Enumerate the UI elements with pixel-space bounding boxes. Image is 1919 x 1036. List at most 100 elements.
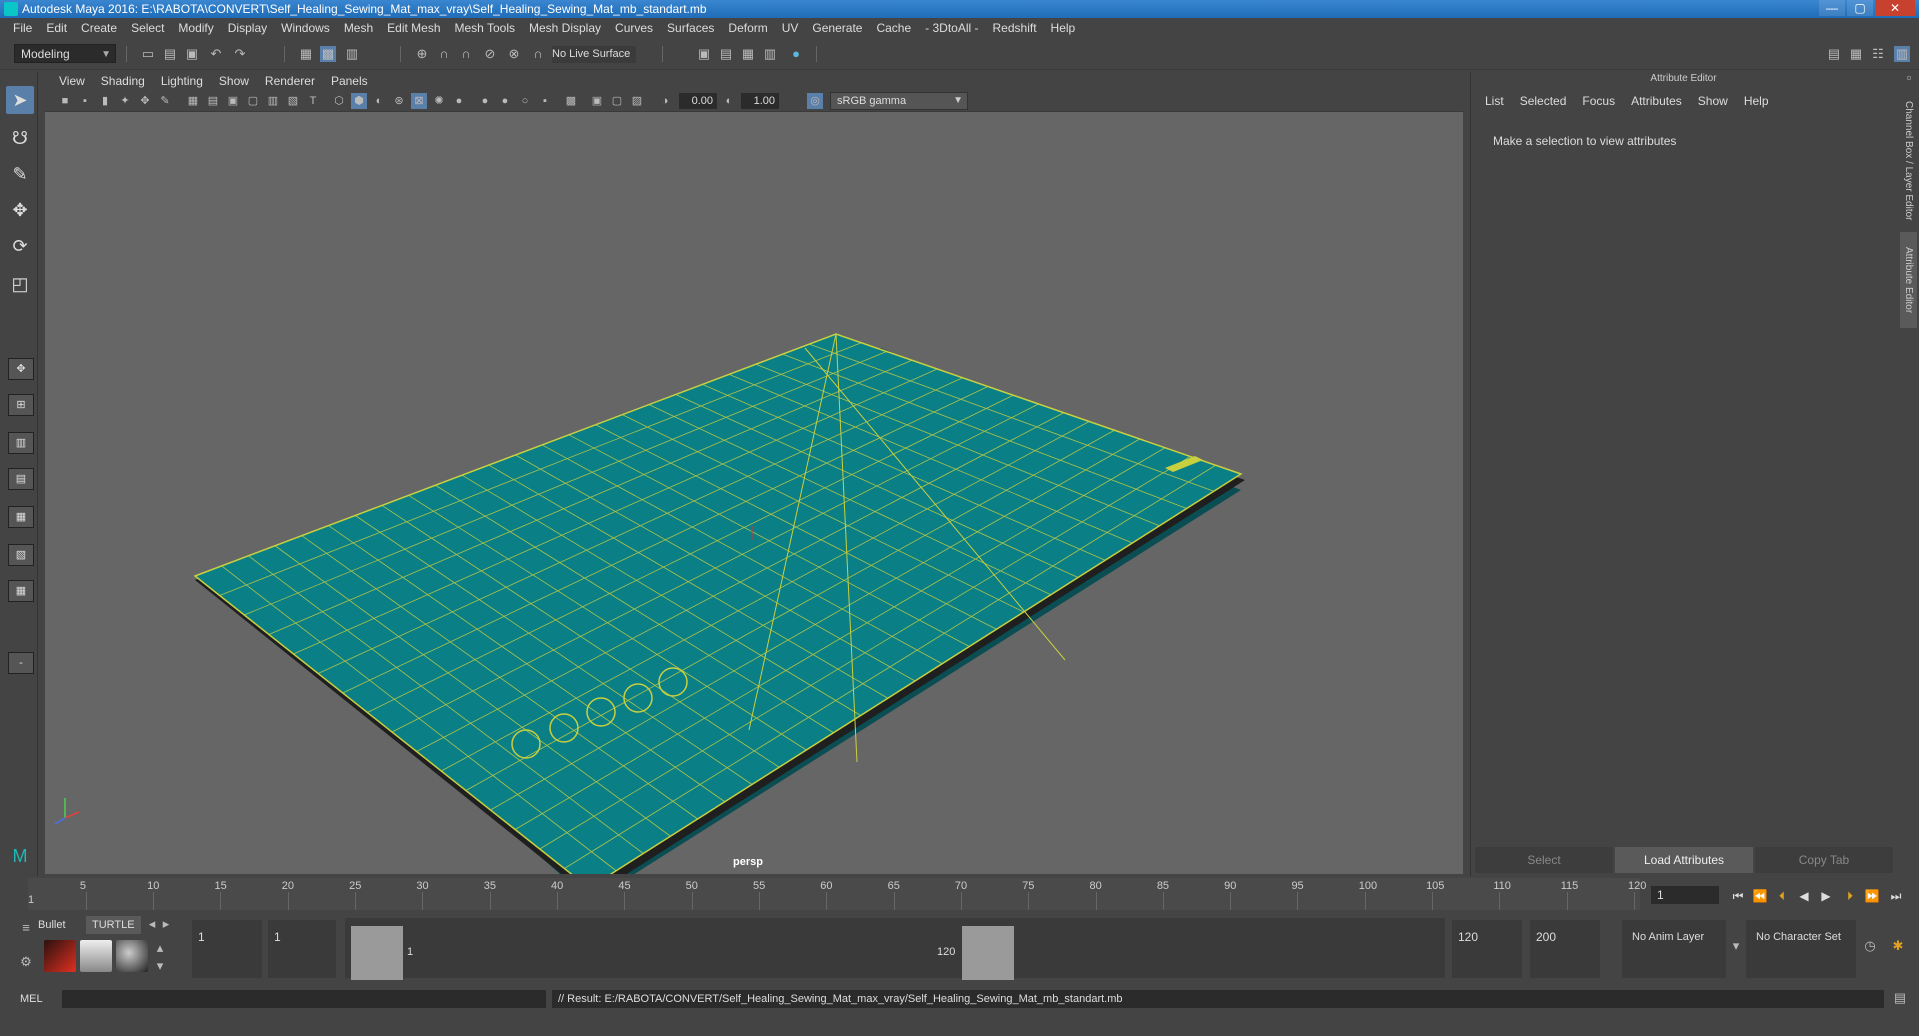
script-language-toggle[interactable]: MEL (20, 990, 43, 1008)
shelf-scroll-right-icon[interactable]: ▸ (158, 916, 174, 932)
select-tool-icon[interactable]: ➤ (6, 86, 34, 114)
minimize-button[interactable]: — (1819, 0, 1845, 16)
ae-menu-list[interactable]: List (1477, 92, 1512, 110)
move-tool-icon[interactable]: ✥ (6, 196, 34, 224)
camera-attributes-icon[interactable]: ▪ (77, 93, 93, 109)
exposure-field[interactable]: 0.00 (679, 93, 717, 109)
viewport-menu-show[interactable]: Show (211, 72, 257, 90)
viewport-menu-panels[interactable]: Panels (323, 72, 376, 90)
playback-start-field[interactable]: 1 (268, 920, 336, 978)
safe-action-icon[interactable]: ▧ (285, 93, 301, 109)
smooth-shade-icon[interactable]: ⬢ (351, 93, 367, 109)
range-slider[interactable]: 1 120 (345, 918, 1445, 980)
2d-pan-zoom-icon[interactable]: ✥ (137, 93, 153, 109)
shelf-down-icon[interactable]: ▾ (152, 958, 168, 974)
menu-deform[interactable]: Deform (721, 18, 774, 38)
select-camera-icon[interactable]: ■ (57, 93, 73, 109)
shelf-tab-bullet[interactable]: Bullet (32, 916, 72, 934)
script-editor-icon[interactable]: ▤ (1892, 990, 1908, 1006)
layout-extra-icon[interactable]: ▦ (8, 580, 34, 602)
step-back-key-icon[interactable]: ⏴ (1772, 886, 1792, 906)
channel-box-toggle-icon[interactable]: ▥ (1894, 46, 1910, 62)
lasso-tool-icon[interactable]: ☋ (6, 124, 34, 152)
snap-view-icon[interactable]: ⊘ (482, 46, 498, 62)
field-chart-icon[interactable]: ▥ (265, 93, 281, 109)
animation-end-field[interactable]: 200 (1530, 920, 1600, 978)
select-object-icon[interactable]: ▩ (320, 46, 336, 62)
ae-menu-help[interactable]: Help (1736, 92, 1777, 110)
play-backwards-icon[interactable]: ◀ (1794, 886, 1814, 906)
go-to-end-icon[interactable]: ⏭ (1886, 886, 1906, 906)
select-button[interactable]: Select (1475, 847, 1613, 873)
menu-create[interactable]: Create (74, 18, 124, 38)
paint-select-tool-icon[interactable]: ✎ (6, 160, 34, 188)
playback-end-field[interactable]: 120 (1452, 920, 1522, 978)
current-frame-field[interactable]: 1 (1651, 886, 1719, 904)
menu-redshift[interactable]: Redshift (986, 18, 1044, 38)
copy-tab-button[interactable]: Copy Tab (1755, 847, 1893, 873)
range-start-handle[interactable] (351, 926, 403, 980)
scale-tool-icon[interactable]: ◰ (6, 270, 34, 298)
go-to-start-icon[interactable]: ⏮ (1728, 886, 1748, 906)
ipr-render-icon[interactable]: ▦ (740, 46, 756, 62)
attribute-editor-toggle-icon[interactable]: ▦ (1848, 46, 1864, 62)
viewport-menu-lighting[interactable]: Lighting (153, 72, 211, 90)
view-transform-dropdown[interactable]: sRGB gamma ▼ (830, 92, 968, 110)
menu-file[interactable]: File (6, 18, 39, 38)
viewport-canvas[interactable]: persp (45, 112, 1463, 874)
use-all-lights-icon[interactable]: ✺ (431, 93, 447, 109)
shelf-tab-turtle[interactable]: TURTLE (86, 916, 141, 934)
viewport-menu-view[interactable]: View (51, 72, 93, 90)
snap-surface-icon[interactable]: ⊗ (506, 46, 522, 62)
menu-surfaces[interactable]: Surfaces (660, 18, 721, 38)
attribute-editor-tab[interactable]: Attribute Editor (1900, 232, 1917, 328)
auto-key-icon[interactable]: ◷ (1862, 938, 1878, 954)
image-plane-icon[interactable]: ✦ (117, 93, 133, 109)
screen-space-ao-icon[interactable]: ● (477, 93, 493, 109)
anim-layer-dropdown[interactable]: No Anim Layer (1622, 920, 1726, 978)
exposure-icon[interactable]: ◑ (657, 93, 673, 109)
four-view-layout-icon[interactable]: ⊞ (8, 394, 34, 416)
select-component-icon[interactable]: ▥ (344, 46, 360, 62)
play-forwards-icon[interactable]: ▶ (1816, 886, 1836, 906)
gamma-icon[interactable]: ◐ (721, 93, 737, 109)
render-view-icon[interactable]: ▣ (696, 46, 712, 62)
menu-select[interactable]: Select (124, 18, 171, 38)
shelf-settings-icon[interactable]: ⚙ (18, 954, 34, 970)
gate-mask-icon[interactable]: ▢ (245, 93, 261, 109)
menu-3dtoall[interactable]: - 3DtoAll - (918, 18, 985, 38)
make-live-icon[interactable]: ∩ (530, 46, 546, 62)
menu-display[interactable]: Display (221, 18, 274, 38)
snap-point-icon[interactable]: ∩ (458, 46, 474, 62)
layout-menu-icon[interactable]: - (8, 652, 34, 674)
open-scene-icon[interactable]: ▤ (162, 46, 178, 62)
modeling-toolkit-icon[interactable]: ▤ (1826, 46, 1842, 62)
snap-grid-icon[interactable]: ⊕ (414, 46, 430, 62)
default-material-icon[interactable]: ◐ (371, 93, 387, 109)
time-slider[interactable]: 1 5 10 15 20 25 30 35 40 45 50 55 60 65 70 75 80 85 90 95 1… (0, 876, 1919, 912)
step-back-icon[interactable]: ⏪ (1750, 886, 1770, 906)
color-management-icon[interactable]: ◎ (807, 93, 823, 109)
ae-menu-focus[interactable]: Focus (1574, 92, 1623, 110)
animation-start-field[interactable]: 1 (192, 920, 262, 978)
turtle-bake-icon[interactable] (80, 940, 112, 972)
anti-aliasing-icon[interactable]: ○ (517, 93, 533, 109)
xray-components-icon[interactable]: ▨ (629, 93, 645, 109)
wireframe-icon[interactable]: ⬡ (331, 93, 347, 109)
load-attributes-button[interactable]: Load Attributes (1615, 847, 1753, 873)
persp-graph-layout-icon[interactable]: ▤ (8, 468, 34, 490)
textured-icon[interactable]: ⊠ (411, 93, 427, 109)
panel-float-icon[interactable]: ▫ (1901, 70, 1917, 86)
depth-of-field-icon[interactable]: ▪ (537, 93, 553, 109)
snap-curve-icon[interactable]: ∩ (436, 46, 452, 62)
shelf-menu-icon[interactable]: ≡ (18, 920, 34, 936)
wireframe-on-shaded-icon[interactable]: ⊛ (391, 93, 407, 109)
menu-help[interactable]: Help (1044, 18, 1083, 38)
bookmark-icon[interactable]: ▮ (97, 93, 113, 109)
ae-menu-selected[interactable]: Selected (1512, 92, 1575, 110)
xray-joints-icon[interactable]: ▢ (609, 93, 625, 109)
single-perspective-layout-icon[interactable]: ✥ (8, 358, 34, 380)
gamma-field[interactable]: 1.00 (741, 93, 779, 109)
shadows-icon[interactable]: ● (451, 93, 467, 109)
film-gate-icon[interactable]: ▤ (205, 93, 221, 109)
